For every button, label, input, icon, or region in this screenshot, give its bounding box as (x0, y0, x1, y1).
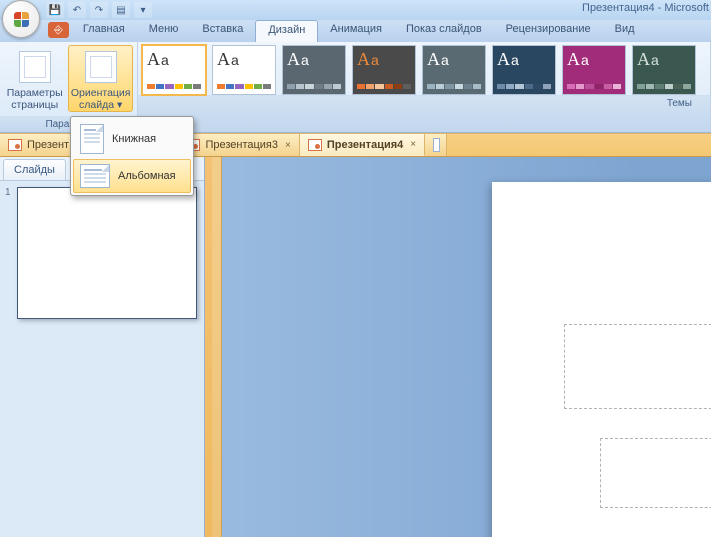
tab-slideshow[interactable]: Показ слайдов (394, 20, 494, 42)
office-button[interactable] (2, 0, 40, 38)
orientation-landscape-item[interactable]: Альбомная (73, 159, 191, 193)
tab-design[interactable]: Дизайн (255, 20, 318, 42)
page-icon (433, 138, 440, 152)
doc-tab-label: Презентация4 (327, 139, 403, 151)
slide-canvas[interactable]: Заго Под (492, 182, 711, 537)
orientation-label: Ориентация слайда ▾ (71, 87, 131, 111)
tab-animation[interactable]: Анимация (318, 20, 394, 42)
doc-tab-label: Презентация3 (205, 139, 278, 151)
title-placeholder[interactable]: Заго (564, 324, 711, 409)
qat-more-icon[interactable]: ▾ (134, 2, 152, 18)
orientation-dropdown: Книжная Альбомная (70, 116, 194, 196)
subtitle-placeholder[interactable]: Под (600, 438, 711, 508)
work-area: Слайды 1 Заго Под (0, 157, 711, 537)
theme-swatch[interactable]: Aa (492, 45, 556, 95)
panel-resize-handle[interactable] (205, 157, 212, 537)
orientation-icon (85, 51, 117, 83)
doc-tab[interactable]: Презентация3 × (178, 134, 299, 156)
tab-addin-chip[interactable]: ⎆ (48, 22, 69, 38)
theme-swatch[interactable]: Aa (212, 45, 276, 95)
theme-swatch[interactable]: Aa (282, 45, 346, 95)
qat-save-icon[interactable]: 💾 (46, 2, 64, 18)
page-setup-button[interactable]: Параметры страницы (4, 45, 65, 112)
doc-tab-label: Презент (27, 139, 69, 151)
quick-access-toolbar: 💾 ↶ ↷ ▤ ▾ (46, 2, 152, 18)
theme-swatch[interactable]: Aa (352, 45, 416, 95)
close-icon[interactable]: × (408, 139, 418, 150)
slides-tab[interactable]: Слайды (3, 159, 66, 180)
theme-swatch[interactable]: Aa (142, 45, 206, 95)
ribbon-tabs: ⎆ Главная Меню Вставка Дизайн Анимация П… (0, 20, 711, 42)
portrait-page-icon (80, 124, 104, 154)
close-icon[interactable]: × (283, 140, 293, 151)
themes-group-label: Темы (138, 95, 710, 132)
tab-view[interactable]: Вид (603, 20, 647, 42)
qat-redo-icon[interactable]: ↷ (90, 2, 108, 18)
orientation-portrait-item[interactable]: Книжная (73, 119, 191, 159)
window-title: Презентация4 - Microsoft (582, 2, 709, 14)
theme-swatch[interactable]: Aa (422, 45, 486, 95)
ribbon-group-themes: AaAaAaAaAaAaAaAa Темы (138, 42, 711, 132)
slides-panel: Слайды 1 (0, 157, 205, 537)
slide-stage: Заго Под (212, 157, 711, 537)
slide-orientation-button[interactable]: Ориентация слайда ▾ (68, 45, 133, 112)
stage-gutter (212, 157, 222, 537)
doc-tab[interactable]: Презентация4 × (300, 134, 425, 156)
tab-insert[interactable]: Вставка (190, 20, 255, 42)
qat-print-icon[interactable]: ▤ (112, 2, 130, 18)
tab-home[interactable]: Главная (71, 20, 137, 42)
orientation-portrait-label: Книжная (112, 133, 156, 145)
page-setup-icon (19, 51, 51, 83)
page-setup-label: Параметры страницы (7, 87, 63, 111)
doc-tab-new[interactable] (425, 134, 447, 156)
doc-tab[interactable]: Презент (0, 134, 76, 156)
theme-swatch[interactable]: Aa (632, 45, 696, 95)
orientation-landscape-label: Альбомная (118, 170, 176, 182)
tab-review[interactable]: Рецензирование (494, 20, 603, 42)
thumbnails: 1 (0, 181, 204, 537)
title-bar: 💾 ↶ ↷ ▤ ▾ Презентация4 - Microsoft (0, 0, 711, 20)
presentation-icon (308, 139, 322, 151)
tab-menu[interactable]: Меню (137, 20, 191, 42)
qat-undo-icon[interactable]: ↶ (68, 2, 86, 18)
slide-thumbnail[interactable] (17, 187, 197, 319)
theme-swatch[interactable]: Aa (562, 45, 626, 95)
landscape-page-icon (80, 164, 110, 188)
slide-number: 1 (5, 187, 13, 198)
presentation-icon (8, 139, 22, 151)
